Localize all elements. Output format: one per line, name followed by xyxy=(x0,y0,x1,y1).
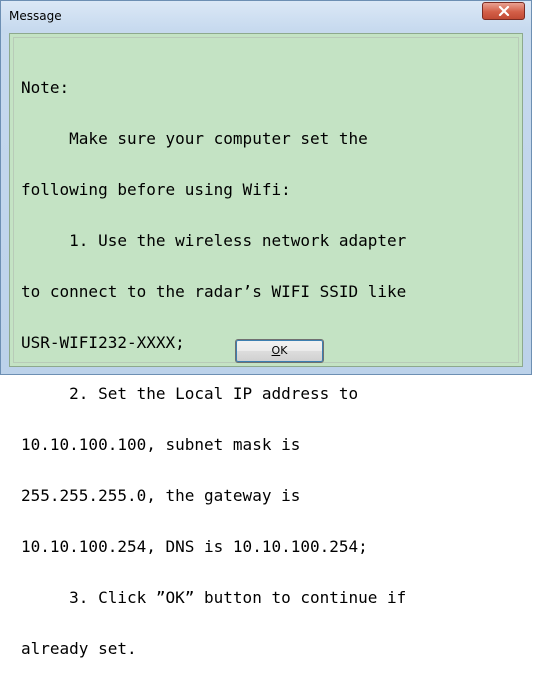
close-button[interactable] xyxy=(482,2,525,20)
message-line: 1. Use the wireless network adapter xyxy=(21,231,407,250)
ok-label-rest: K xyxy=(280,344,288,357)
message-line: to connect to the radar’s WIFI SSID like xyxy=(21,282,407,301)
message-line: 2. Set the Local IP address to xyxy=(21,384,359,403)
dialog-content: Note: Make sure your computer set the fo… xyxy=(9,33,523,657)
message-line: Make sure your computer set the xyxy=(21,129,368,148)
message-line: 3. Click ”OK” button to continue if xyxy=(21,588,407,607)
message-dialog: Message Note: Make sure your computer se… xyxy=(0,0,532,657)
message-line: already set. xyxy=(21,639,137,658)
message-line: 10.10.100.100, subnet mask is xyxy=(21,435,301,454)
message-text: Note: Make sure your computer set the fo… xyxy=(21,45,406,691)
message-line: USR-WIFI232-XXXX; xyxy=(21,333,185,352)
message-line: Note: xyxy=(21,78,70,97)
ok-mnemonic: O xyxy=(271,344,281,357)
message-line: 10.10.100.254, DNS is 10.10.100.254; xyxy=(21,537,368,556)
close-x-icon xyxy=(498,6,509,16)
dialog-title: Message xyxy=(9,9,62,23)
message-panel: Note: Make sure your computer set the fo… xyxy=(13,37,519,657)
title-bar[interactable]: Message xyxy=(1,1,531,33)
message-line: following before using Wifi: xyxy=(21,180,291,199)
ok-button[interactable]: OK xyxy=(235,339,324,363)
message-line: 255.255.255.0, the gateway is xyxy=(21,486,301,505)
